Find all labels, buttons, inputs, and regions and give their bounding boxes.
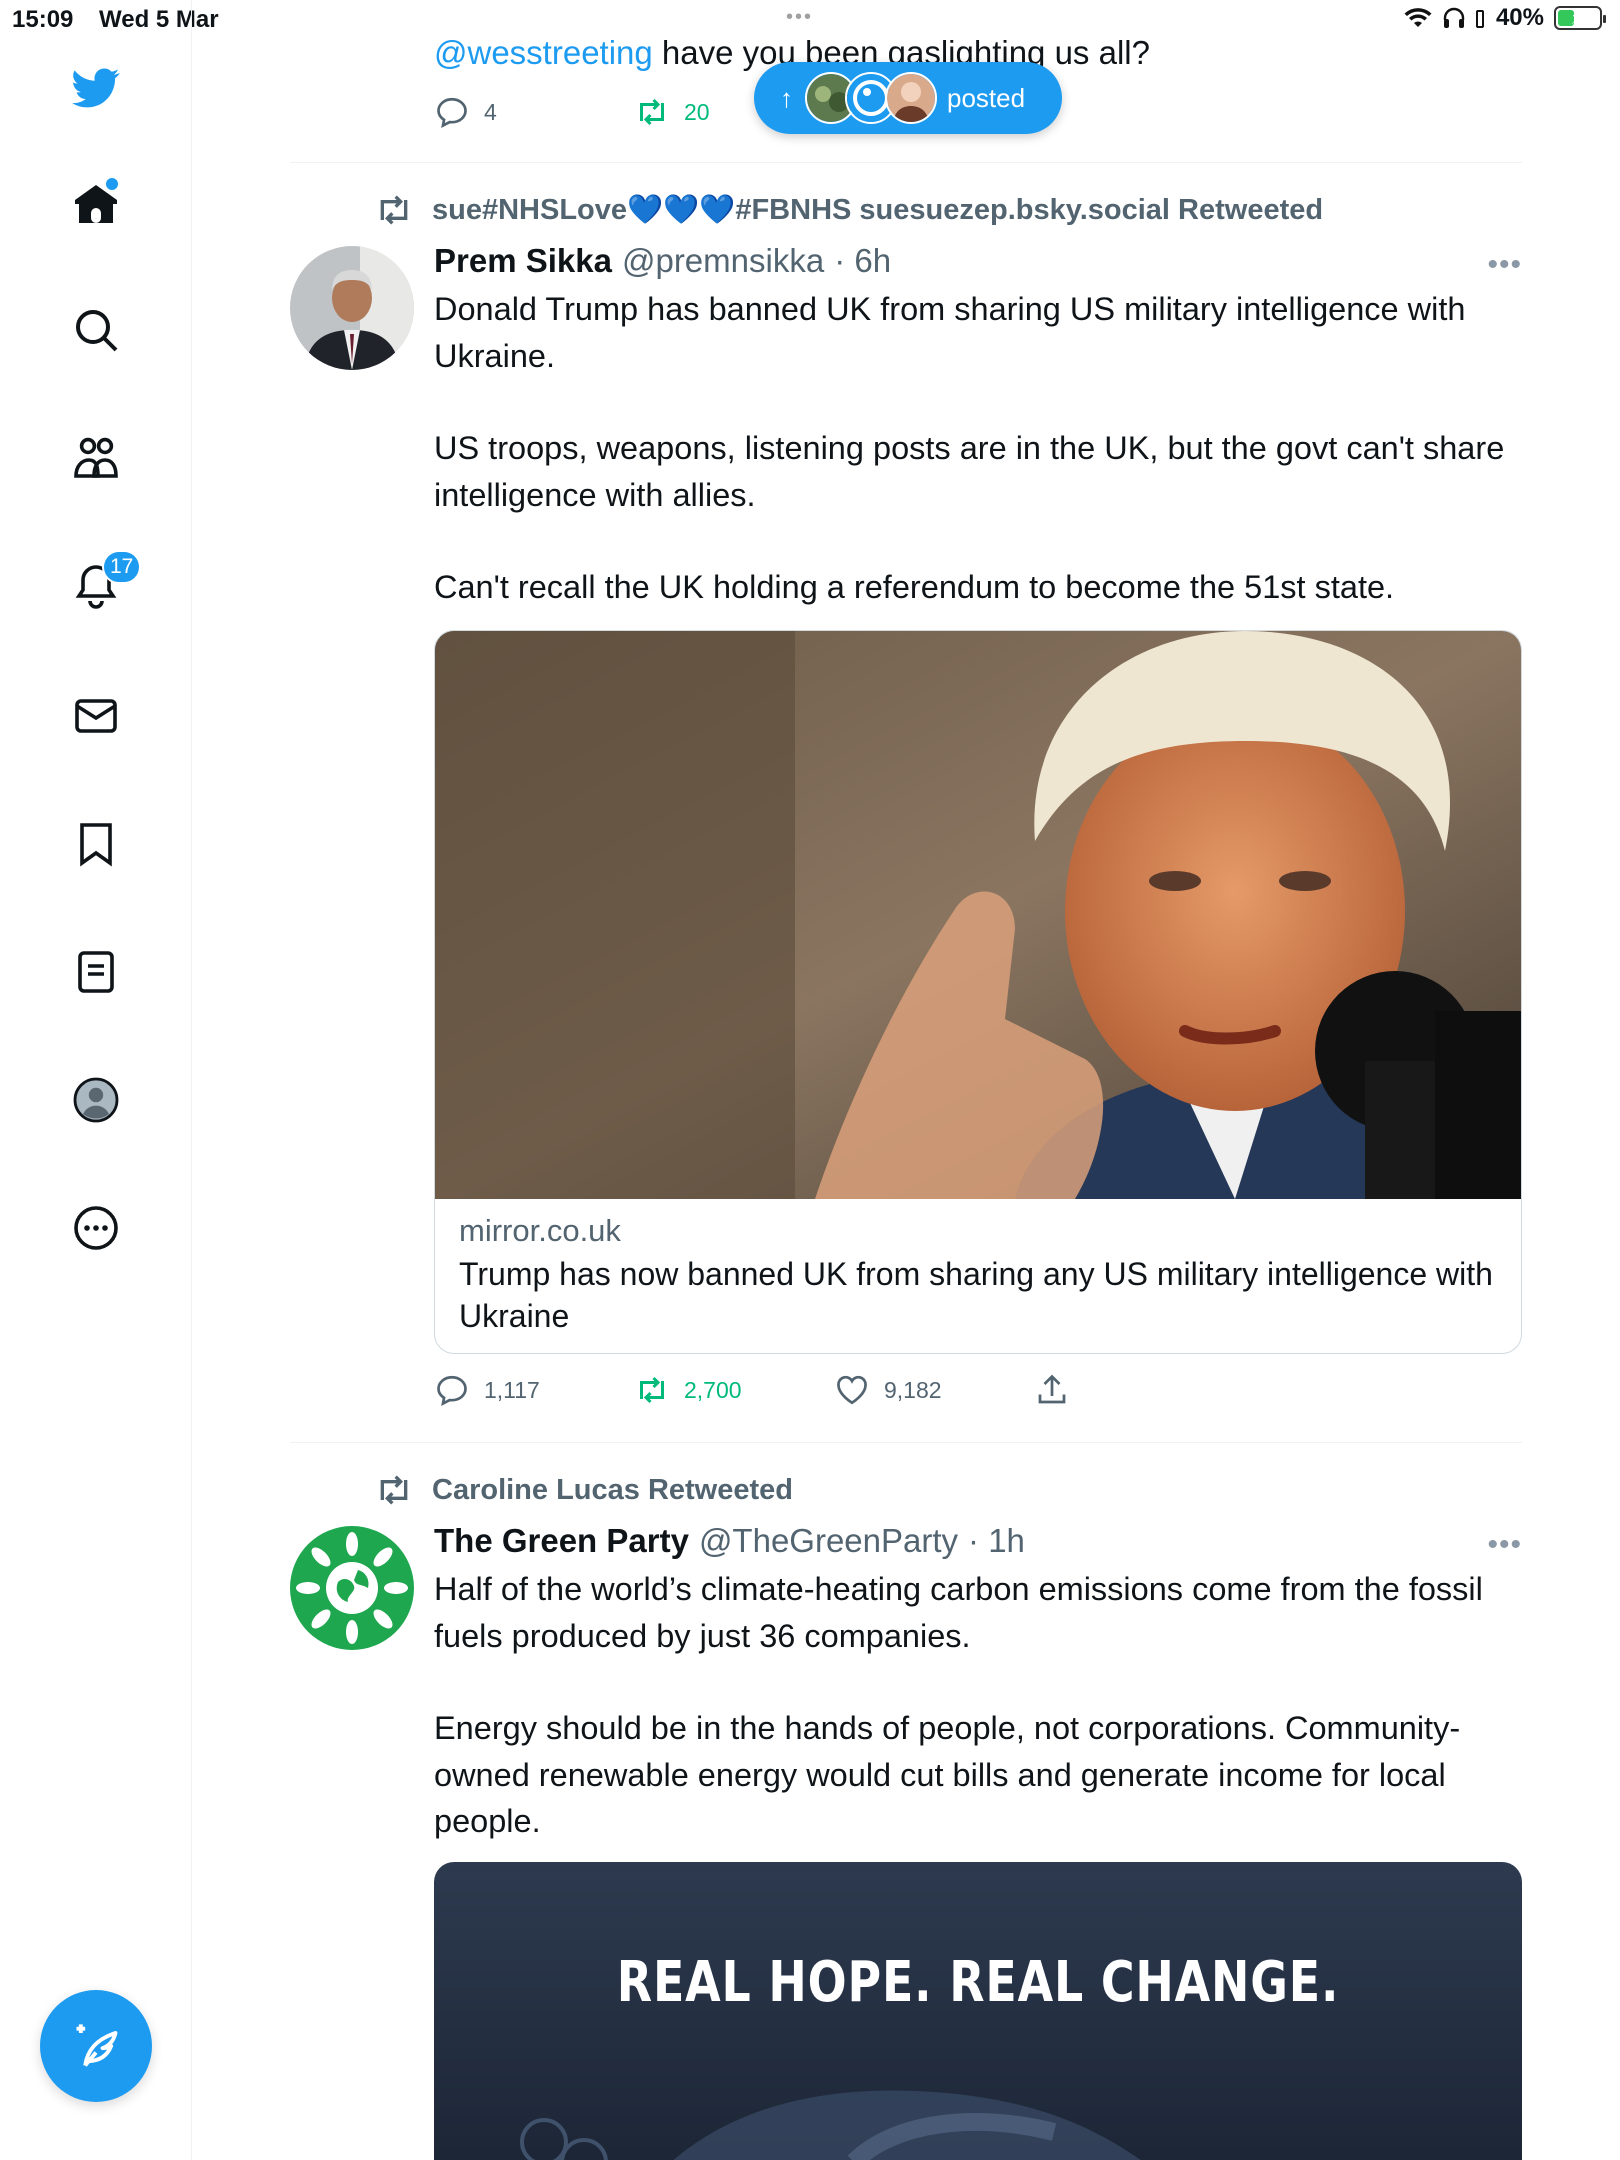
author-handle[interactable]: @TheGreenParty — [699, 1522, 958, 1560]
tweet-paragraph: Can't recall the UK holding a referendum… — [434, 569, 1395, 605]
tweet-header: Prem Sikka @premnsikka · 6h — [434, 242, 891, 280]
compose-tweet-button[interactable] — [40, 1990, 152, 2102]
tweet-prem-sikka[interactable]: sue#NHSLove💙💙💙#FBNHS suesuezep.bsky.soci… — [290, 162, 1522, 1442]
notifications-bell-icon[interactable]: 17 — [52, 542, 142, 630]
share-icon — [1038, 1374, 1066, 1404]
messages-icon[interactable] — [52, 672, 140, 760]
retweet-button[interactable]: 2,700 — [634, 1372, 742, 1408]
share-button[interactable] — [1034, 1372, 1070, 1408]
retweet-icon — [640, 1376, 664, 1404]
tweet-time[interactable]: · 1h — [968, 1522, 1025, 1560]
retweet-icon — [640, 98, 664, 126]
author-handle[interactable]: @premnsikka — [622, 242, 824, 280]
timeline: @wesstreeting have you been gaslighting … — [192, 0, 1620, 2160]
avatar-prem-sikka[interactable] — [290, 246, 414, 370]
tweet-paragraph: Energy should be in the hands of people,… — [434, 1710, 1461, 1839]
more-menu-icon[interactable]: ••• — [1487, 1528, 1522, 1562]
search-icon[interactable] — [52, 286, 140, 374]
like-button[interactable]: 9,182 — [834, 1372, 942, 1408]
reply-count: 4 — [484, 98, 497, 125]
reply-button[interactable]: 4 — [434, 94, 497, 130]
communities-icon[interactable] — [52, 414, 140, 502]
retweet-count: 2,700 — [684, 1376, 742, 1403]
more-options-icon[interactable] — [52, 1184, 140, 1272]
link-card-image — [435, 631, 1521, 1199]
link-card-title: Trump has now banned UK from sharing any… — [459, 1256, 1493, 1334]
tweet-header: The Green Party @TheGreenParty · 1h — [434, 1522, 1025, 1560]
like-count: 9,182 — [884, 1376, 942, 1403]
author-name[interactable]: Prem Sikka — [434, 242, 612, 280]
profile-avatar-icon[interactable] — [52, 1056, 140, 1144]
author-name[interactable]: The Green Party — [434, 1522, 689, 1560]
bookmarks-icon[interactable] — [52, 800, 140, 888]
retweeted-by-text: sue#NHSLove💙💙💙#FBNHS suesuezep.bsky.soci… — [432, 194, 1324, 226]
new-posts-pill[interactable]: ↑ posted — [754, 62, 1062, 134]
reply-button[interactable]: 1,117 — [434, 1372, 540, 1408]
tweet-media-image[interactable]: REAL HOPE. REAL CHANGE. — [434, 1862, 1522, 2160]
retweet-icon — [380, 1475, 408, 1505]
pill-avatar-3 — [885, 72, 937, 124]
tweet-paragraph: Donald Trump has banned UK from sharing … — [434, 291, 1466, 374]
new-posts-label: posted — [947, 82, 1026, 113]
retweet-count: 20 — [684, 98, 710, 125]
tweet-green-party[interactable]: Caroline Lucas Retweeted The Green Party… — [290, 1442, 1522, 2160]
notifications-badge: 17 — [102, 550, 142, 584]
reply-count: 1,117 — [484, 1376, 540, 1403]
reply-icon — [437, 1375, 467, 1406]
tweet-body: Donald Trump has banned UK from sharing … — [434, 286, 1524, 611]
left-nav: 17 — [0, 0, 192, 2160]
link-card[interactable]: mirror.co.uk Trump has now banned UK fro… — [434, 630, 1522, 1354]
media-headline: REAL HOPE. REAL CHANGE. — [616, 1950, 1340, 2015]
up-arrow-icon: ↑ — [780, 82, 793, 113]
tweet-body: Half of the world’s climate-heating carb… — [434, 1566, 1524, 1845]
link-card-domain: mirror.co.uk — [459, 1213, 621, 1248]
lists-icon[interactable] — [52, 928, 140, 1016]
tweet-time[interactable]: · 6h — [834, 242, 891, 280]
tweet-paragraph: US troops, weapons, listening posts are … — [434, 430, 1505, 513]
reply-icon — [437, 97, 467, 128]
home-unread-dot — [106, 178, 118, 190]
more-menu-icon[interactable]: ••• — [1487, 248, 1522, 282]
feather-plus-icon — [76, 2024, 118, 2067]
retweeted-by-text: Caroline Lucas Retweeted — [432, 1473, 793, 1506]
retweeted-by-line: sue#NHSLove💙💙💙#FBNHS suesuezep.bsky.soci… — [374, 190, 1323, 230]
home-icon[interactable] — [52, 160, 140, 248]
tweet-paragraph: Half of the world’s climate-heating carb… — [434, 1571, 1483, 1654]
mention-link[interactable]: @wesstreeting — [434, 34, 653, 71]
retweeted-by-line: Caroline Lucas Retweeted — [374, 1470, 793, 1510]
tweet-actions: 1,117 2,700 9,182 — [434, 1372, 1134, 1412]
avatar-green-party[interactable] — [290, 1526, 414, 1650]
heart-icon — [837, 1375, 867, 1405]
twitter-logo-icon[interactable] — [52, 44, 140, 132]
retweet-button[interactable]: 20 — [634, 94, 710, 130]
retweet-icon — [380, 195, 408, 225]
